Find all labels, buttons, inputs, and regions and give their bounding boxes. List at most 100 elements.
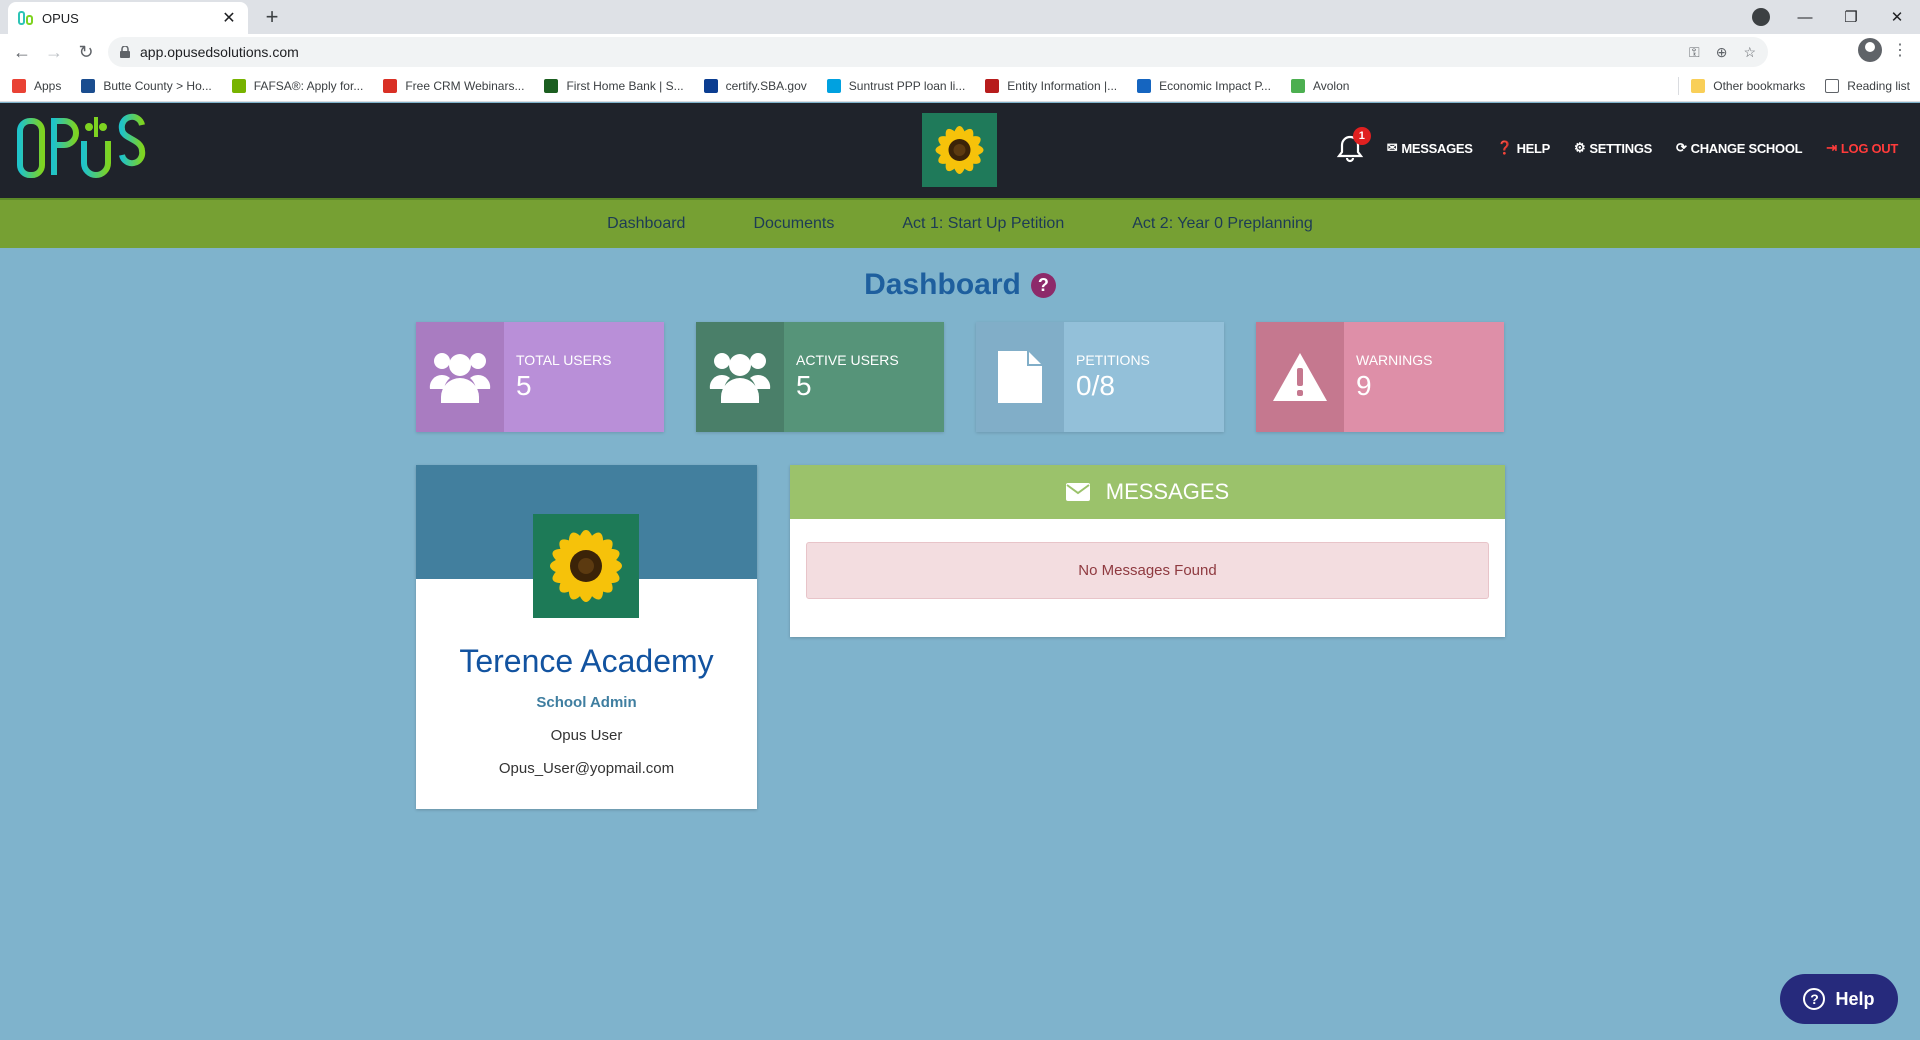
document-icon <box>998 351 1042 403</box>
user-role: School Admin <box>536 694 637 711</box>
messages-panel-title: MESSAGES <box>1105 479 1230 504</box>
stat-label: WARNINGS <box>1356 352 1433 368</box>
subnav-act2-year0-preplanning[interactable]: Act 2: Year 0 Preplanning <box>1132 215 1313 233</box>
bookmark-item[interactable]: Avolon <box>1290 78 1350 93</box>
logout-link[interactable]: ⇥ LOG OUT <box>1826 140 1898 156</box>
subnav-documents[interactable]: Documents <box>753 215 834 233</box>
address-bar[interactable]: app.opusedsolutions.com ⚿ ⊕ ☆ <box>108 37 1768 67</box>
bookmark-item[interactable]: Butte County > Ho... <box>81 78 212 93</box>
bookmark-label: Economic Impact P... <box>1159 78 1271 93</box>
stat-value: 5 <box>796 370 812 401</box>
change-school-link[interactable]: ⟳ CHANGE SCHOOL <box>1676 140 1803 156</box>
bookmark-item[interactable]: Free CRM Webinars... <box>383 78 524 93</box>
messages-panel: MESSAGES No Messages Found <box>790 465 1505 637</box>
bookmark-favicon-icon <box>81 78 96 93</box>
restore-window-button[interactable]: ❐ <box>1828 8 1874 26</box>
bookmarks-bar: Apps Butte County > Ho... FAFSA®: Apply fo… <box>0 70 1920 102</box>
page-title-text: Dashboard <box>864 268 1021 301</box>
browser-tabstrip: OPUS ✕ + — ❐ ✕ <box>0 0 1920 34</box>
notifications-bell[interactable]: 1 <box>1335 127 1371 163</box>
chrome-profile-dropdown-icon[interactable] <box>1752 8 1770 26</box>
settings-link[interactable]: ⚙ SETTINGS <box>1574 140 1652 156</box>
stat-value: 0/8 <box>1076 370 1115 401</box>
page-title-wrap: Dashboard ? <box>0 268 1920 302</box>
bookmark-label: Avolon <box>1312 78 1350 93</box>
page-title: Dashboard ? <box>864 268 1056 302</box>
close-window-button[interactable]: ✕ <box>1874 8 1920 26</box>
bookmark-label: FAFSA®: Apply for... <box>253 78 364 93</box>
stat-body: ACTIVE USERS 5 <box>784 322 944 432</box>
new-tab-button[interactable]: + <box>260 5 284 29</box>
bookmark-label: Butte County > Ho... <box>103 78 212 93</box>
bookmark-item[interactable]: Suntrust PPP loan li... <box>826 78 965 93</box>
stat-label: TOTAL USERS <box>516 352 612 368</box>
opus-favicon-icon <box>18 11 33 25</box>
bookmark-item[interactable]: certify.SBA.gov <box>703 78 807 93</box>
bookmark-item[interactable]: Economic Impact P... <box>1137 78 1271 93</box>
bookmark-item[interactable]: FAFSA®: Apply for... <box>231 78 364 93</box>
help-link-label: HELP <box>1516 140 1551 156</box>
bookmark-favicon-icon <box>231 78 246 93</box>
messages-link[interactable]: ✉ MESSAGES <box>1387 140 1473 156</box>
sign-out-icon: ⇥ <box>1826 140 1837 155</box>
question-circle-icon[interactable]: ? <box>1030 272 1056 298</box>
forward-button[interactable]: → <box>38 36 70 68</box>
reading-list[interactable]: Reading list <box>1825 79 1910 93</box>
refresh-icon: ⟳ <box>1676 140 1687 155</box>
stat-icon-box <box>976 322 1064 432</box>
back-button[interactable]: ← <box>6 36 38 68</box>
subnav-dashboard[interactable]: Dashboard <box>607 215 685 233</box>
reading-list-icon <box>1825 79 1840 93</box>
stat-card-total-users[interactable]: TOTAL USERS 5 <box>416 322 664 432</box>
bookmark-label: Entity Information |... <box>1007 78 1118 93</box>
stat-value: 9 <box>1356 370 1372 401</box>
bookmark-star-icon[interactable]: ☆ <box>1743 44 1756 61</box>
subnav-act1-start-up-petition[interactable]: Act 1: Start Up Petition <box>902 215 1064 233</box>
zoom-icon[interactable]: ⊕ <box>1716 44 1728 61</box>
user-name: Opus User <box>550 727 623 744</box>
school-avatar-sunflower <box>533 514 639 618</box>
stat-card-warnings[interactable]: WARNINGS 9 <box>1256 322 1504 432</box>
key-icon[interactable]: ⚿ <box>1689 44 1700 61</box>
logout-link-label: LOG OUT <box>1840 140 1898 156</box>
bookmark-favicon-icon <box>826 78 841 93</box>
messages-link-label: MESSAGES <box>1401 140 1473 156</box>
question-circle-icon: ❓ <box>1496 140 1513 155</box>
bookmark-item[interactable]: Apps <box>12 78 62 93</box>
notification-badge: 1 <box>1352 127 1371 145</box>
other-bookmarks[interactable]: Other bookmarks <box>1691 79 1805 93</box>
stat-body: TOTAL USERS 5 <box>504 322 664 432</box>
stat-icon-box <box>416 322 504 432</box>
help-link[interactable]: ❓ HELP <box>1496 140 1551 156</box>
bookmark-item[interactable]: Entity Information |... <box>985 78 1118 93</box>
other-bookmarks-label: Other bookmarks <box>1713 79 1806 93</box>
bookmark-label: Apps <box>34 78 62 93</box>
profile-avatar-icon[interactable] <box>1858 38 1882 62</box>
users-icon <box>709 353 771 403</box>
stat-card-active-users[interactable]: ACTIVE USERS 5 <box>696 322 944 432</box>
bookmark-label: certify.SBA.gov <box>725 78 807 93</box>
stat-icon-box <box>1256 322 1344 432</box>
envelope-icon <box>1065 483 1090 501</box>
stat-icon-box <box>696 322 784 432</box>
stat-card-petitions[interactable]: PETITIONS 0/8 <box>976 322 1224 432</box>
main-subnav: Dashboard Documents Act 1: Start Up Peti… <box>0 198 1920 248</box>
close-tab-icon[interactable]: ✕ <box>220 8 238 28</box>
reload-button[interactable]: ↻ <box>70 36 102 68</box>
user-email: Opus_User@yopmail.com <box>498 760 675 777</box>
url-text: app.opusedsolutions.com <box>140 44 299 60</box>
change-school-link-label: CHANGE SCHOOL <box>1690 140 1803 156</box>
bookmark-favicon-icon <box>1290 78 1305 93</box>
help-floating-button[interactable]: ? Help <box>1780 974 1898 1024</box>
bookmark-favicon-icon <box>985 78 1000 93</box>
chrome-menu-icon[interactable]: ⋮ <box>1892 40 1908 60</box>
opus-logo[interactable] <box>16 113 148 181</box>
minimize-window-button[interactable]: — <box>1782 9 1828 26</box>
app-header: 1 ✉ MESSAGES ❓ HELP ⚙ SETTINGS ⟳ CHANGE … <box>0 103 1920 198</box>
tab-title: OPUS <box>42 10 79 26</box>
stat-body: WARNINGS 9 <box>1344 322 1504 432</box>
help-floating-button-label: Help <box>1835 988 1875 1009</box>
no-messages-alert: No Messages Found <box>806 542 1489 599</box>
bookmark-item[interactable]: First Home Bank | S... <box>544 78 684 93</box>
browser-tab[interactable]: OPUS ✕ <box>8 2 248 34</box>
